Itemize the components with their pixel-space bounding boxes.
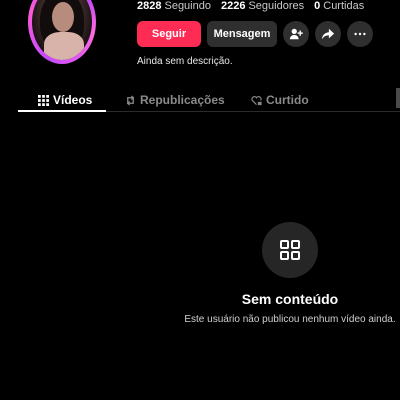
tab-liked-label: Curtido (266, 93, 309, 107)
tab-liked[interactable]: Curtido (251, 88, 309, 112)
heart-lock-icon (251, 95, 262, 105)
empty-state-subtitle: Este usuário não publicou nenhum vídeo a… (184, 314, 396, 325)
add-user-icon (289, 28, 303, 40)
followers-label: Seguidores (248, 0, 305, 12)
following-label: Seguindo (164, 0, 211, 12)
tab-videos-label: Vídeos (53, 93, 93, 107)
more-options-button[interactable] (347, 21, 373, 47)
grid-icon (38, 94, 49, 106)
active-tab-indicator (18, 110, 106, 112)
profile-stats: 2828 Seguindo 2226 Seguidores 0 Curtidas (137, 0, 364, 14)
profile-actions: Seguir Mensagem (137, 21, 373, 47)
empty-state-icon-circle (262, 222, 318, 278)
repost-icon (126, 94, 135, 106)
following-stat[interactable]: 2828 Seguindo (137, 0, 211, 14)
scrollbar[interactable] (396, 88, 400, 108)
follow-button[interactable]: Seguir (137, 21, 201, 47)
more-dots-icon (354, 32, 366, 36)
likes-label: Curtidas (323, 0, 365, 12)
followers-count: 2226 (220, 0, 246, 12)
share-icon (321, 28, 335, 40)
likes-stat: 0 Curtidas (314, 0, 364, 14)
share-button[interactable] (315, 21, 341, 47)
profile-avatar[interactable] (26, 0, 98, 64)
grid-icon (280, 240, 300, 260)
followers-stat[interactable]: 2226 Seguidores (221, 0, 304, 14)
suggested-accounts-button[interactable] (283, 21, 309, 47)
tab-reposts-label: Republicações (140, 93, 225, 107)
likes-count: 0 (314, 0, 321, 12)
tab-reposts[interactable]: Republicações (125, 88, 225, 112)
profile-tabs: Vídeos Republicações Curtido (18, 88, 400, 112)
tab-videos[interactable]: Vídeos (38, 88, 92, 112)
profile-bio: Ainda sem descrição. (137, 56, 233, 67)
following-count: 2828 (137, 0, 162, 12)
empty-state-title: Sem conteúdo (241, 291, 339, 307)
message-button[interactable]: Mensagem (207, 21, 277, 47)
